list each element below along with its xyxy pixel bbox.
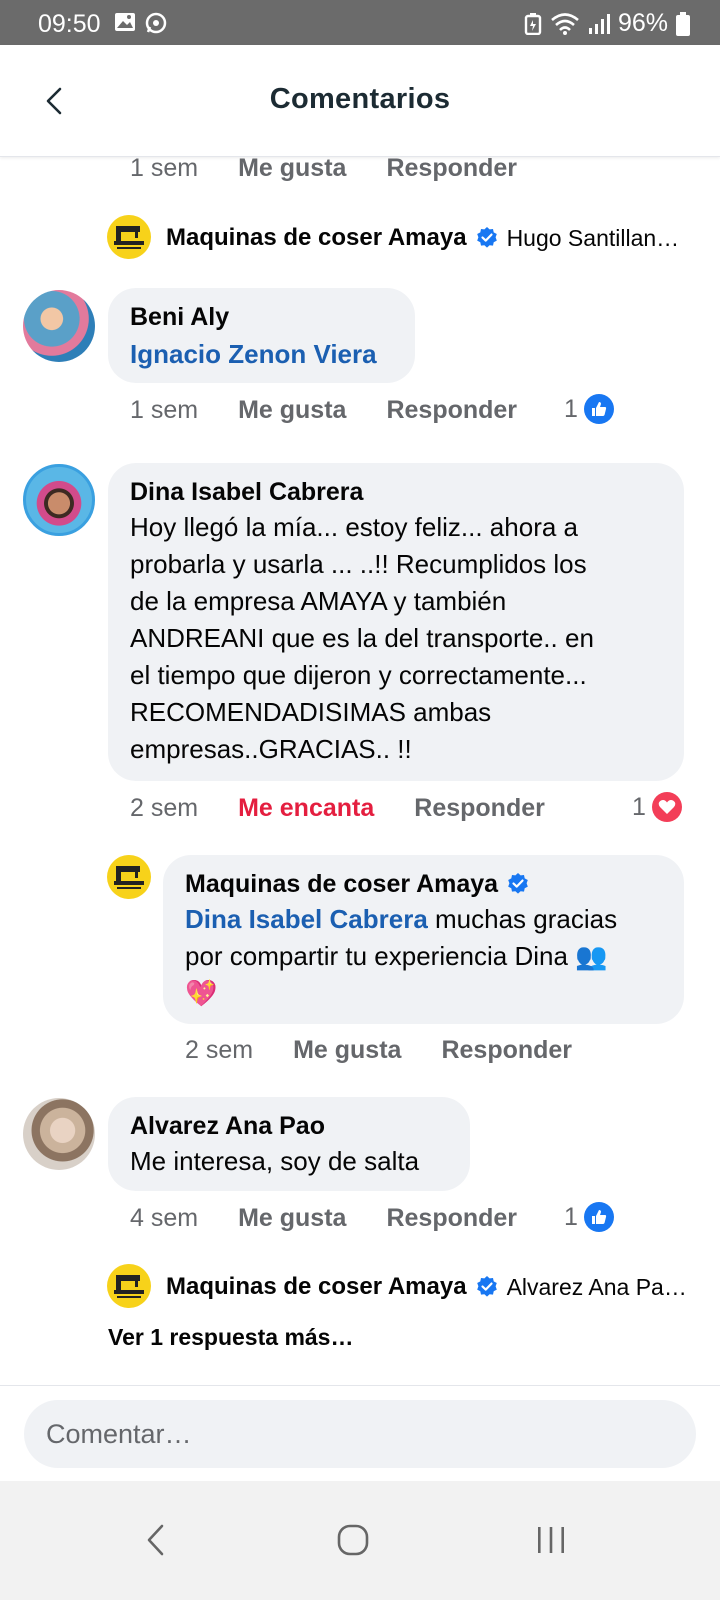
comment-bubble: Alvarez Ana Pao Me interesa, soy de salt… — [108, 1097, 470, 1191]
comment-text-line: empresas..GRACIAS.. !! — [130, 734, 412, 764]
system-nav-bar — [0, 1481, 720, 1600]
status-right: 96% — [524, 9, 690, 38]
reply-author[interactable]: Maquinas de coser Amaya — [185, 867, 498, 901]
avatar[interactable] — [23, 1098, 95, 1170]
sewing-machine-icon — [114, 1275, 144, 1298]
comment-bubble: Beni Aly Ignacio Zenon Viera — [108, 288, 415, 383]
comment-time: 2 sem — [130, 794, 199, 822]
mention-link[interactable]: Dina Isabel Cabrera — [185, 904, 428, 934]
reply-text: Dina Isabel Cabrera muchas gracias — [185, 901, 662, 938]
verified-badge-icon — [476, 1276, 497, 1297]
whatsapp-icon — [145, 12, 167, 34]
reaction-count: 1 — [632, 792, 646, 821]
reply-button[interactable]: Responder — [414, 794, 545, 823]
comment-meta-row: 2 sem Me encanta Responder — [130, 794, 545, 823]
like-reaction-icon — [583, 394, 614, 424]
comment-meta-row: 1 sem Me gusta Responder — [130, 396, 517, 425]
comment-text-line: ANDREANI que es la del transporte.. en — [130, 623, 594, 653]
amaya-page-avatar[interactable] — [107, 855, 151, 899]
people-emoji: 👥 — [575, 941, 608, 971]
like-button[interactable]: Me gusta — [293, 1036, 401, 1065]
reply-button[interactable]: Responder — [441, 1036, 572, 1065]
comment-text-line: el tiempo que dijeron y correctamente... — [130, 660, 587, 690]
wifi-icon — [551, 12, 579, 35]
comment-text-line: de la empresa AMAYA y también — [130, 586, 507, 616]
reply-author: Maquinas de coser Amaya — [166, 1273, 467, 1300]
battery-percent: 96% — [617, 9, 668, 37]
reply-snippet: Alvarez Ana Pa… — [506, 1273, 687, 1300]
reaction-summary[interactable]: 1 — [632, 792, 682, 822]
reply-bubble: Maquinas de coser Amaya Dina Isabel Cabr… — [163, 855, 684, 1024]
reaction-count: 1 — [564, 394, 578, 423]
love-reaction-button[interactable]: Me encanta — [238, 794, 374, 823]
gallery-icon — [115, 13, 135, 31]
avatar[interactable] — [23, 290, 95, 362]
comment-time: 1 sem — [130, 396, 199, 424]
like-button[interactable]: Me gusta — [238, 1204, 346, 1233]
comment-text-line: RECOMENDADISIMAS ambas — [130, 697, 492, 727]
page-title: Comentarios — [269, 83, 451, 115]
home-nav-icon[interactable] — [330, 1517, 376, 1563]
sewing-machine-icon — [114, 226, 144, 249]
heart-emoji: 💖 — [185, 978, 218, 1008]
like-button[interactable]: Me gusta — [238, 396, 346, 425]
reply-text-part: muchas gracias — [427, 904, 618, 934]
avatar[interactable] — [23, 464, 95, 536]
reaction-summary[interactable]: 1 — [564, 394, 614, 424]
comment-meta-row: 4 sem Me gusta Responder — [130, 1204, 517, 1233]
battery-icon — [676, 11, 690, 36]
reply-button[interactable]: Responder — [386, 396, 517, 425]
reply-text-part: por compartir tu experiencia Dina — [185, 941, 568, 971]
comment-author[interactable]: Beni Aly — [130, 300, 393, 334]
verified-badge-icon — [508, 873, 528, 894]
like-button[interactable]: Me gusta — [238, 154, 346, 183]
like-reaction-icon — [583, 1202, 614, 1232]
comment-time: 4 sem — [130, 1204, 199, 1232]
comment-meta-row: 1 sem Me gusta Responder — [130, 154, 517, 183]
reply-snippet: Hugo Santillan… — [506, 224, 680, 251]
comment-author[interactable]: Alvarez Ana Pao — [130, 1109, 448, 1143]
reply-button[interactable]: Responder — [386, 1204, 517, 1233]
reaction-count: 1 — [564, 1202, 578, 1231]
comment-time: 1 sem — [130, 154, 199, 182]
reaction-summary[interactable]: 1 — [564, 1202, 614, 1232]
battery-saver-icon — [524, 12, 542, 35]
comment-text: Me interesa, soy de salta — [130, 1146, 420, 1176]
comment-composer-bar — [0, 1385, 720, 1481]
sewing-machine-icon — [114, 866, 144, 889]
reply-text-line: por compartir tu experiencia Dina 👥 — [185, 938, 662, 975]
comment-meta-row: 2 sem Me gusta Responder — [185, 1036, 572, 1065]
view-more-replies-link[interactable]: Ver 1 respuesta más… — [108, 1324, 353, 1351]
comment-author[interactable]: Dina Isabel Cabrera — [130, 475, 662, 509]
recents-nav-icon[interactable] — [528, 1517, 574, 1563]
reply-preview[interactable]: Maquinas de coser Amaya Hugo Santillan… — [166, 224, 679, 252]
reply-button[interactable]: Responder — [386, 154, 517, 183]
comment-text-line: probarla y usarla ... ..!! Recumplidos l… — [130, 549, 587, 579]
top-app-bar: Comentarios — [0, 45, 720, 157]
reply-author: Maquinas de coser Amaya — [166, 224, 467, 251]
reply-preview[interactable]: Maquinas de coser Amaya Alvarez Ana Pa… — [166, 1273, 687, 1301]
amaya-page-avatar[interactable] — [107, 215, 151, 259]
status-time: 09:50 — [38, 10, 101, 38]
amaya-page-avatar[interactable] — [107, 1264, 151, 1308]
comment-input[interactable] — [24, 1400, 696, 1468]
love-reaction-icon — [651, 792, 682, 822]
back-nav-icon[interactable] — [133, 1517, 179, 1563]
status-bar: 09:50 96% — [0, 0, 720, 45]
comment-time: 2 sem — [185, 1036, 254, 1064]
comment-bubble: Dina Isabel Cabrera Hoy llegó la mía... … — [108, 463, 684, 781]
verified-badge-icon — [476, 227, 497, 248]
reply-author-row: Maquinas de coser Amaya — [185, 867, 662, 901]
signal-icon — [588, 13, 610, 34]
comment-text-line: Hoy llegó la mía... estoy feliz... ahora… — [130, 512, 578, 542]
mention-link[interactable]: Ignacio Zenon Viera — [130, 334, 393, 374]
